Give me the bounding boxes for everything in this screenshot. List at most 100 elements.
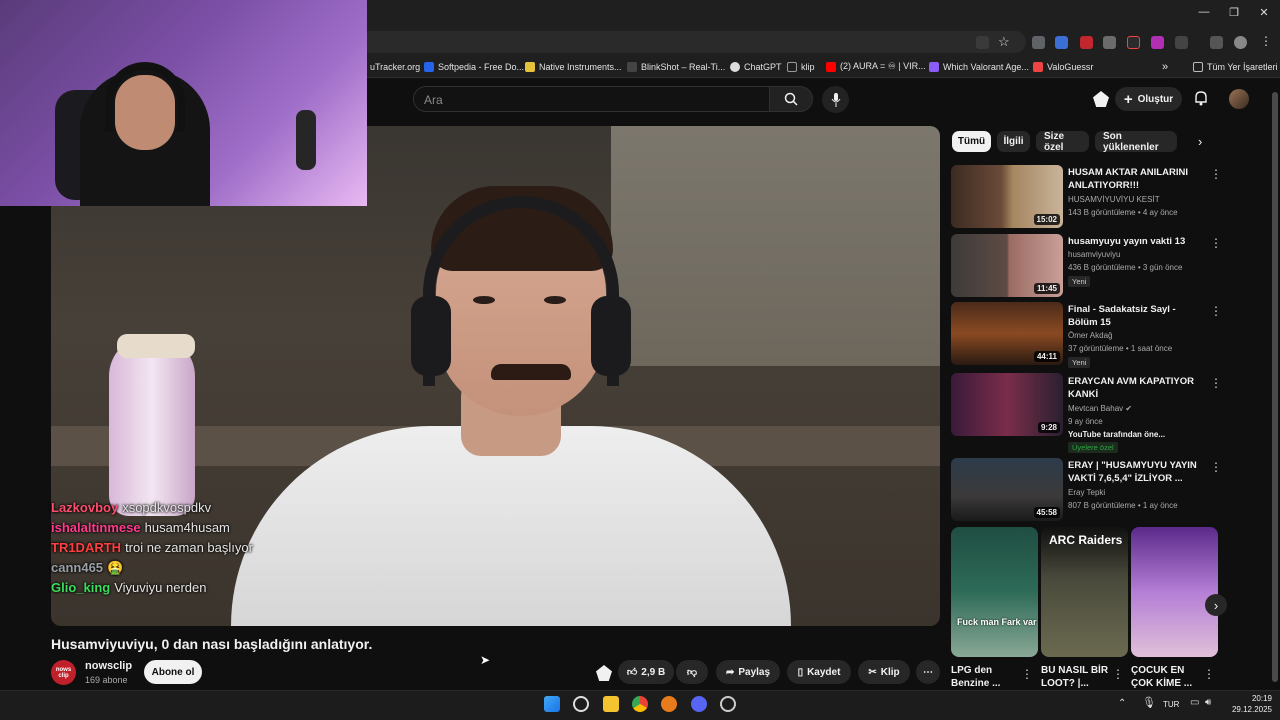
shorts-next-icon[interactable]: › (1205, 594, 1227, 616)
profile-icon[interactable] (1234, 36, 1247, 49)
chip-related[interactable]: İlgili (997, 131, 1030, 152)
more-actions-icon[interactable]: ⋯ (916, 660, 940, 684)
video-thumbnail[interactable]: 44:11 (951, 302, 1063, 365)
account-avatar[interactable] (1229, 89, 1249, 109)
extensions-puzzle-icon[interactable] (1175, 36, 1188, 49)
bookmark-favicon-icon (929, 61, 939, 72)
stream-chat-overlay: Lazkovboy xsopdkvospdkv ishalaltinmese hus… (51, 500, 311, 625)
start-windows-icon[interactable] (544, 696, 560, 712)
microphone-icon[interactable]: 🎙︎ (1142, 696, 1156, 709)
address-bar[interactable] (300, 31, 1026, 53)
more-options-icon[interactable]: ⋮ (1210, 236, 1222, 250)
search-input[interactable]: Ara (413, 86, 770, 112)
more-bookmarks-icon[interactable]: » (1162, 59, 1168, 74)
more-options-icon[interactable]: ⋮ (1210, 376, 1222, 390)
related-video-channel[interactable]: husamviyuviyu (1068, 250, 1120, 259)
like-button[interactable]: 👍︎ 2,9 B (618, 660, 674, 684)
file-explorer-icon[interactable] (603, 696, 619, 712)
more-options-icon[interactable]: ⋮ (1112, 667, 1124, 681)
clip-button[interactable]: ✂ Klip (858, 660, 910, 684)
browser-menu-icon[interactable]: ⋮ (1260, 34, 1272, 48)
minimize-icon[interactable]: — (1196, 6, 1212, 18)
short-overlay-text: Fuck man Fark var (957, 617, 1037, 627)
chevron-right-icon[interactable]: › (1198, 134, 1202, 149)
extension-icon[interactable] (1055, 36, 1068, 49)
related-video-channel[interactable]: Eray Tepki (1068, 488, 1105, 497)
chip-all[interactable]: Tümü (952, 131, 991, 152)
create-button[interactable]: + Oluştur (1115, 87, 1182, 111)
extension-icon[interactable] (1151, 36, 1164, 49)
language-indicator[interactable]: TUR (1163, 700, 1179, 709)
more-options-icon[interactable]: ⋮ (1210, 167, 1222, 181)
install-app-icon[interactable] (976, 36, 989, 49)
premium-gem-icon[interactable] (596, 665, 612, 681)
restore-icon[interactable]: ❐ (1226, 6, 1242, 19)
related-video-title[interactable]: ERAYCAN AVM KAPATIYOR KANKİ (1068, 375, 1200, 401)
video-thumbnail[interactable]: 11:45 (951, 234, 1063, 297)
subscribe-button[interactable]: Abone ol (144, 660, 202, 684)
more-options-icon[interactable]: ⋮ (1210, 460, 1222, 474)
related-video-title[interactable]: husamyuyu yayın vakti 13 (1068, 235, 1200, 248)
short-thumbnail[interactable] (1131, 527, 1218, 657)
video-thumbnail[interactable]: 9:28 (951, 373, 1063, 436)
all-bookmarks-button[interactable]: Tüm Yer İşaretleri (1193, 59, 1278, 74)
verified-icon: ✔ (1125, 404, 1133, 413)
related-video-title[interactable]: HUSAM AKTAR ANILARINI ANLATIYORR!!! (1068, 166, 1200, 192)
mustache (491, 364, 571, 380)
tray-chevron-icon[interactable]: ⌃ (1118, 698, 1126, 709)
bookmark-item[interactable]: Softpedia - Free Do... (424, 59, 524, 74)
bookmark-item[interactable]: BlinkShot – Real-Ti... (627, 59, 725, 74)
bookmark-item[interactable]: Native Instruments... (525, 59, 622, 74)
more-options-icon[interactable]: ⋮ (1203, 667, 1215, 681)
voice-search-button[interactable] (822, 86, 849, 113)
short-overlay-text: ARC Raiders (1049, 533, 1123, 547)
search-icon[interactable] (573, 696, 589, 712)
related-video-channel[interactable]: HUSAMVİYUVİYU KESİT (1068, 195, 1160, 204)
notifications-bell-icon[interactable] (1193, 90, 1209, 106)
mouse-cursor-icon: ➤ (480, 653, 491, 667)
related-video-title[interactable]: ERAY | "HUSAMYUYU YAYIN VAKTİ 7,6,5,4" İ… (1068, 459, 1200, 485)
extension-icon[interactable] (1080, 36, 1093, 49)
save-button[interactable]: ▯ Kaydet (787, 660, 851, 684)
bookmark-star-icon[interactable]: ☆ (998, 34, 1010, 50)
short-thumbnail[interactable]: ARC Raiders (1041, 527, 1128, 657)
channel-avatar[interactable]: nows clip (51, 660, 76, 685)
search-button[interactable] (769, 86, 813, 112)
short-title[interactable]: LPG den Benzine ... (951, 664, 1021, 690)
extension-icon[interactable] (1032, 36, 1045, 49)
short-title[interactable]: ÇOCUK EN ÇOK KİME ... (1131, 664, 1201, 690)
close-icon[interactable]: ✕ (1256, 6, 1272, 19)
dislike-button[interactable]: 👎︎ (676, 660, 708, 684)
volume-icon[interactable]: 🔊︎ (1205, 697, 1211, 708)
bookmark-item[interactable]: ChatGPT (730, 59, 782, 74)
chip-for-you[interactable]: Size özel (1036, 131, 1089, 153)
app-icon[interactable] (661, 696, 677, 712)
extension-icon[interactable] (1103, 36, 1116, 49)
network-icon[interactable]: ▭ (1190, 697, 1199, 708)
bookmark-item[interactable]: Which Valorant Age... (929, 59, 1029, 74)
system-clock[interactable]: 20:19 29.12.2025 (1222, 693, 1272, 715)
scissors-icon: ✂ (868, 666, 877, 678)
channel-name[interactable]: nowsclip (85, 660, 132, 672)
short-thumbnail[interactable]: Fuck man Fark var (951, 527, 1038, 657)
share-button[interactable]: ➦ Paylaş (716, 660, 780, 684)
discord-icon[interactable] (691, 696, 707, 712)
more-options-icon[interactable]: ⋮ (1021, 667, 1033, 681)
related-video-title[interactable]: Final - Sadakatsiz Sayl - Bölüm 15 (1068, 303, 1200, 329)
bookmark-item[interactable]: uTracker.org (366, 59, 420, 74)
app-icon[interactable] (720, 696, 736, 712)
video-thumbnail[interactable]: 45:58 (951, 458, 1063, 521)
bookmark-item[interactable]: (2) AURA = ♾ | VIR... (826, 59, 926, 74)
related-video-channel[interactable]: Ömer Akdağ (1068, 331, 1112, 340)
short-title[interactable]: BU NASIL BİR LOOT? |... (1041, 664, 1111, 690)
chrome-icon[interactable] (632, 696, 648, 712)
chip-recent[interactable]: Son yüklenenler (1095, 131, 1177, 153)
related-video-channel[interactable]: Mevtcan Bahav ✔ (1068, 404, 1132, 413)
bookmark-item[interactable]: ValoGuessr (1033, 59, 1093, 74)
scrollbar-thumb[interactable] (1272, 92, 1278, 682)
more-options-icon[interactable]: ⋮ (1210, 304, 1222, 318)
reading-list-icon[interactable] (1210, 36, 1223, 49)
bookmark-item[interactable]: klip (787, 59, 815, 74)
extension-icon[interactable] (1127, 36, 1140, 49)
video-thumbnail[interactable]: 15:02 (951, 165, 1063, 228)
